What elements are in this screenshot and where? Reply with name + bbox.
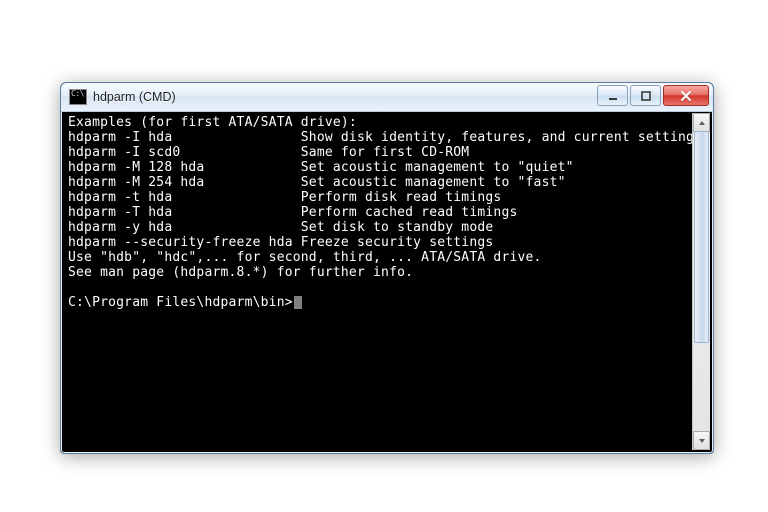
client-area: Examples (for first ATA/SATA drive):hdpa… bbox=[64, 113, 710, 450]
window-title: hdparm (CMD) bbox=[93, 90, 176, 104]
maximize-button[interactable] bbox=[630, 85, 661, 106]
terminal-line: Use "hdb", "hdc",... for second, third, … bbox=[68, 250, 692, 265]
terminal-prompt[interactable]: C:\Program Files\hdparm\bin> bbox=[68, 295, 692, 310]
terminal-output[interactable]: Examples (for first ATA/SATA drive):hdpa… bbox=[64, 113, 692, 450]
chevron-down-icon bbox=[698, 437, 706, 445]
close-icon bbox=[680, 90, 692, 102]
window-frame: hdparm (CMD) Examples (for first ATA/SAT… bbox=[60, 82, 714, 454]
terminal-line: hdparm -I hda Show disk identity, featur… bbox=[68, 130, 692, 145]
terminal-line: hdparm -I scd0 Same for first CD-ROM bbox=[68, 145, 692, 160]
scrollbar-thumb[interactable] bbox=[694, 131, 709, 343]
window-buttons bbox=[595, 85, 709, 106]
prompt-text: C:\Program Files\hdparm\bin> bbox=[68, 295, 293, 310]
scroll-down-button[interactable] bbox=[693, 431, 710, 450]
minimize-button[interactable] bbox=[597, 85, 628, 106]
cursor-icon bbox=[294, 296, 302, 309]
terminal-line: hdparm -T hda Perform cached read timing… bbox=[68, 205, 692, 220]
maximize-icon bbox=[640, 90, 652, 102]
terminal-line: hdparm --security-freeze hda Freeze secu… bbox=[68, 235, 692, 250]
close-button[interactable] bbox=[663, 85, 709, 106]
minimize-icon bbox=[607, 90, 619, 102]
terminal-line: hdparm -M 254 hda Set acoustic managemen… bbox=[68, 175, 692, 190]
chevron-up-icon bbox=[698, 119, 706, 127]
vertical-scrollbar[interactable] bbox=[692, 113, 710, 450]
titlebar[interactable]: hdparm (CMD) bbox=[61, 83, 713, 112]
terminal-line: See man page (hdparm.8.*) for further in… bbox=[68, 265, 692, 280]
terminal-line bbox=[68, 280, 692, 295]
terminal-line: hdparm -y hda Set disk to standby mode bbox=[68, 220, 692, 235]
terminal-line: hdparm -t hda Perform disk read timings bbox=[68, 190, 692, 205]
terminal-line: Examples (for first ATA/SATA drive): bbox=[68, 115, 692, 130]
scroll-up-button[interactable] bbox=[693, 113, 710, 132]
cmd-icon bbox=[69, 89, 87, 105]
terminal-line: hdparm -M 128 hda Set acoustic managemen… bbox=[68, 160, 692, 175]
